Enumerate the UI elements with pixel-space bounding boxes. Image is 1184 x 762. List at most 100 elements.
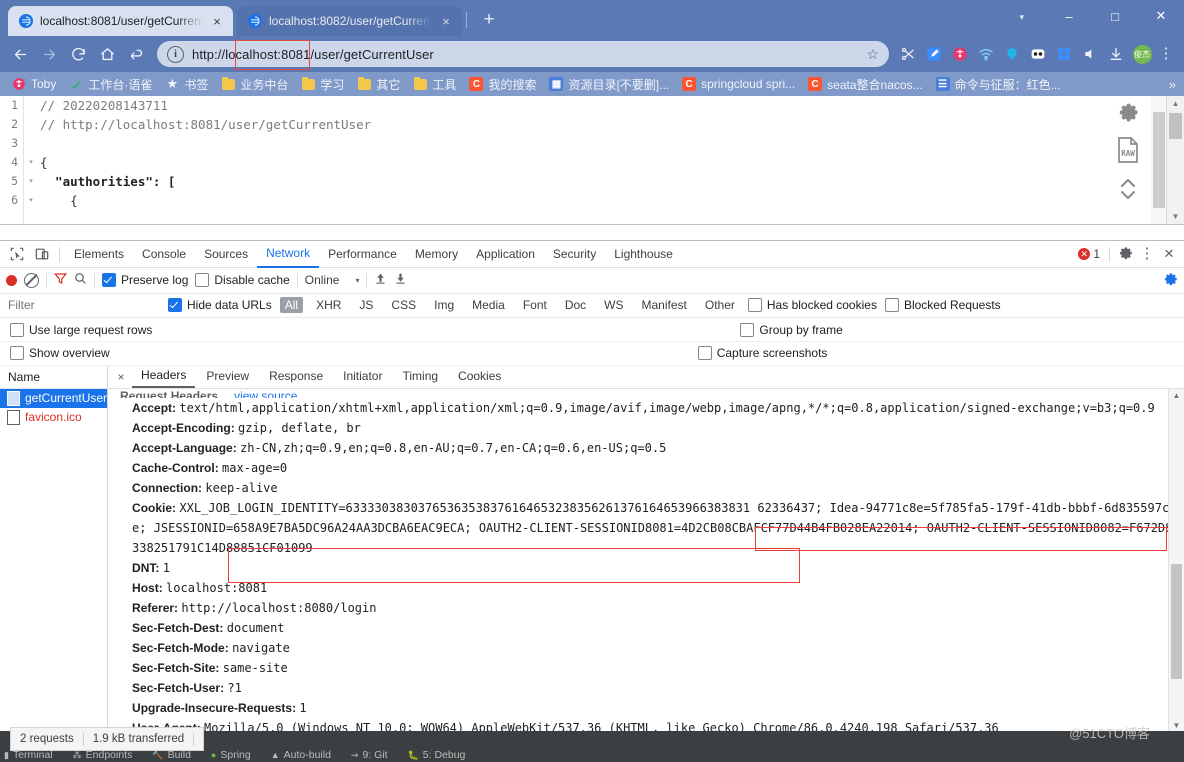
- filter-type-css[interactable]: CSS: [386, 297, 421, 313]
- browser-tab-1[interactable]: localhost:8081/user/getCurrentUser ×: [8, 6, 233, 36]
- fold-toggle[interactable]: ▾: [24, 172, 38, 191]
- fold-toggle[interactable]: ▾: [24, 191, 38, 210]
- inspect-element-icon[interactable]: [4, 242, 29, 266]
- grid-icon[interactable]: [1052, 42, 1076, 66]
- search-icon[interactable]: [74, 272, 87, 288]
- scissors-icon[interactable]: [896, 42, 920, 66]
- browser-tab-2[interactable]: localhost:8082/user/getCurrentUser ×: [237, 6, 462, 36]
- bookmark-star-icon[interactable]: ☆: [866, 46, 879, 63]
- chrome-menu-icon[interactable]: ⋮: [1156, 46, 1176, 61]
- bookmark-folder[interactable]: 工具: [407, 74, 462, 95]
- toby-icon[interactable]: [948, 42, 972, 66]
- filter-type-img[interactable]: Img: [429, 297, 459, 313]
- updown-icon[interactable]: [1119, 177, 1137, 204]
- devtools-tab-console[interactable]: Console: [133, 242, 195, 267]
- bookmark-item[interactable]: Toby: [6, 75, 62, 93]
- request-row-favicon[interactable]: favicon.ico: [0, 408, 107, 427]
- use-large-request-rows-checkbox[interactable]: Use large request rows: [10, 322, 152, 337]
- tab-search-caret-icon[interactable]: ▾: [1019, 12, 1024, 23]
- devtools-tab-elements[interactable]: Elements: [65, 242, 133, 267]
- gear-icon[interactable]: [1118, 102, 1139, 126]
- fold-toggle[interactable]: [24, 115, 38, 134]
- ide-tool-debug[interactable]: 🐛 5: Debug: [408, 749, 466, 761]
- show-overview-checkbox[interactable]: Show overview: [10, 346, 110, 361]
- fold-toggle[interactable]: [24, 96, 38, 115]
- detail-tab-headers[interactable]: Headers: [132, 365, 196, 389]
- filter-type-js[interactable]: JS: [354, 297, 378, 313]
- ide-tool-git[interactable]: ⇝ 9: Git: [351, 749, 388, 761]
- bookmark-item[interactable]: C seata整合nacos...: [802, 74, 928, 95]
- filter-type-media[interactable]: Media: [467, 297, 510, 313]
- view-source-link[interactable]: view source: [234, 389, 297, 398]
- scroll-thumb[interactable]: [1171, 563, 1182, 679]
- site-info-icon[interactable]: i: [167, 45, 184, 63]
- request-row-getcurrentuser[interactable]: getCurrentUser: [0, 388, 108, 408]
- filter-input[interactable]: [6, 297, 160, 314]
- devtools-tab-memory[interactable]: Memory: [406, 242, 467, 267]
- bookmark-folder[interactable]: 其它: [351, 74, 406, 95]
- forward-icon[interactable]: [35, 40, 63, 68]
- detail-tab-preview[interactable]: Preview: [197, 366, 258, 387]
- bookmark-item[interactable]: ★ 书签: [159, 74, 214, 95]
- download-icon[interactable]: [1104, 42, 1128, 66]
- clear-button[interactable]: [24, 272, 39, 288]
- fold-toggle[interactable]: [24, 134, 38, 153]
- back-icon[interactable]: [6, 40, 34, 68]
- filter-icon[interactable]: [53, 272, 68, 288]
- scroll-up-icon[interactable]: ▲: [1167, 96, 1184, 111]
- filter-type-doc[interactable]: Doc: [560, 297, 591, 313]
- wifi-icon[interactable]: [974, 42, 998, 66]
- home-icon[interactable]: [93, 40, 121, 68]
- blocked-requests-checkbox[interactable]: Blocked Requests: [884, 298, 1001, 313]
- filter-type-ws[interactable]: WS: [599, 297, 628, 313]
- panda-icon[interactable]: [1026, 42, 1050, 66]
- address-bar[interactable]: i http://localhost:8081/user/getCurrentU…: [157, 41, 889, 67]
- maximize-button[interactable]: □: [1092, 0, 1138, 32]
- pen-icon[interactable]: [922, 42, 946, 66]
- scroll-down-icon[interactable]: ▼: [1167, 209, 1184, 224]
- devtools-tab-lighthouse[interactable]: Lighthouse: [605, 242, 682, 267]
- detail-close-icon[interactable]: ×: [112, 370, 130, 384]
- detail-tab-cookies[interactable]: Cookies: [449, 366, 510, 387]
- ide-tool-spring[interactable]: ● Spring: [211, 749, 251, 761]
- bookmark-item[interactable]: 工作台·语雀: [63, 74, 158, 95]
- group-by-frame-checkbox[interactable]: Group by frame: [740, 322, 843, 337]
- tab-close-icon[interactable]: ×: [439, 15, 453, 28]
- page-scrollbar[interactable]: ▲ ▼: [1166, 96, 1184, 224]
- has-blocked-cookies-checkbox[interactable]: Has blocked cookies: [747, 298, 877, 313]
- bookmark-folder[interactable]: 业务中台: [215, 74, 294, 95]
- minimize-button[interactable]: –: [1046, 0, 1092, 32]
- headers-scrollbar[interactable]: ▲ ▼: [1168, 388, 1184, 732]
- bookmark-folder[interactable]: 学习: [295, 74, 350, 95]
- devtools-close-icon[interactable]: ✕: [1161, 246, 1177, 262]
- undo-icon[interactable]: [122, 40, 150, 68]
- devtools-tab-security[interactable]: Security: [544, 242, 605, 267]
- throttling-select[interactable]: Online ▾: [305, 273, 360, 287]
- devtools-settings-gear-icon[interactable]: [1119, 246, 1133, 263]
- ide-tool-autobuild[interactable]: ▲ Auto-build: [271, 749, 331, 761]
- filter-type-xhr[interactable]: XHR: [311, 297, 346, 313]
- devtools-more-icon[interactable]: ⋮: [1137, 246, 1157, 261]
- record-button[interactable]: [6, 274, 17, 286]
- capture-screenshots-checkbox[interactable]: Capture screenshots: [697, 346, 827, 361]
- devtools-tab-sources[interactable]: Sources: [195, 242, 257, 267]
- devtools-tab-performance[interactable]: Performance: [319, 242, 406, 267]
- filter-type-manifest[interactable]: Manifest: [637, 297, 692, 313]
- tab-close-icon[interactable]: ×: [210, 15, 224, 28]
- disable-cache-checkbox[interactable]: Disable cache: [195, 273, 290, 288]
- bookmark-item[interactable]: C 我的搜索: [463, 74, 542, 95]
- error-badge[interactable]: ✕ 1: [1078, 247, 1100, 261]
- filter-type-other[interactable]: Other: [700, 297, 740, 313]
- device-toolbar-icon[interactable]: [29, 242, 54, 266]
- devtools-tab-application[interactable]: Application: [467, 242, 544, 267]
- scroll-thumb[interactable]: [1169, 113, 1182, 139]
- bookmarks-overflow-icon[interactable]: »: [1169, 77, 1176, 92]
- new-tab-button[interactable]: +: [475, 6, 503, 34]
- hide-data-urls-checkbox[interactable]: Hide data URLs: [168, 298, 272, 313]
- bookmark-item[interactable]: ☰ 命令与征服：红色...: [930, 74, 1067, 95]
- export-har-icon[interactable]: [394, 272, 407, 288]
- bookmark-item[interactable]: C springcloud spri...: [676, 75, 801, 93]
- avatar[interactable]: 俊杰: [1130, 42, 1154, 66]
- detail-tab-timing[interactable]: Timing: [393, 366, 447, 387]
- page-scrollbar-inner[interactable]: [1151, 96, 1167, 224]
